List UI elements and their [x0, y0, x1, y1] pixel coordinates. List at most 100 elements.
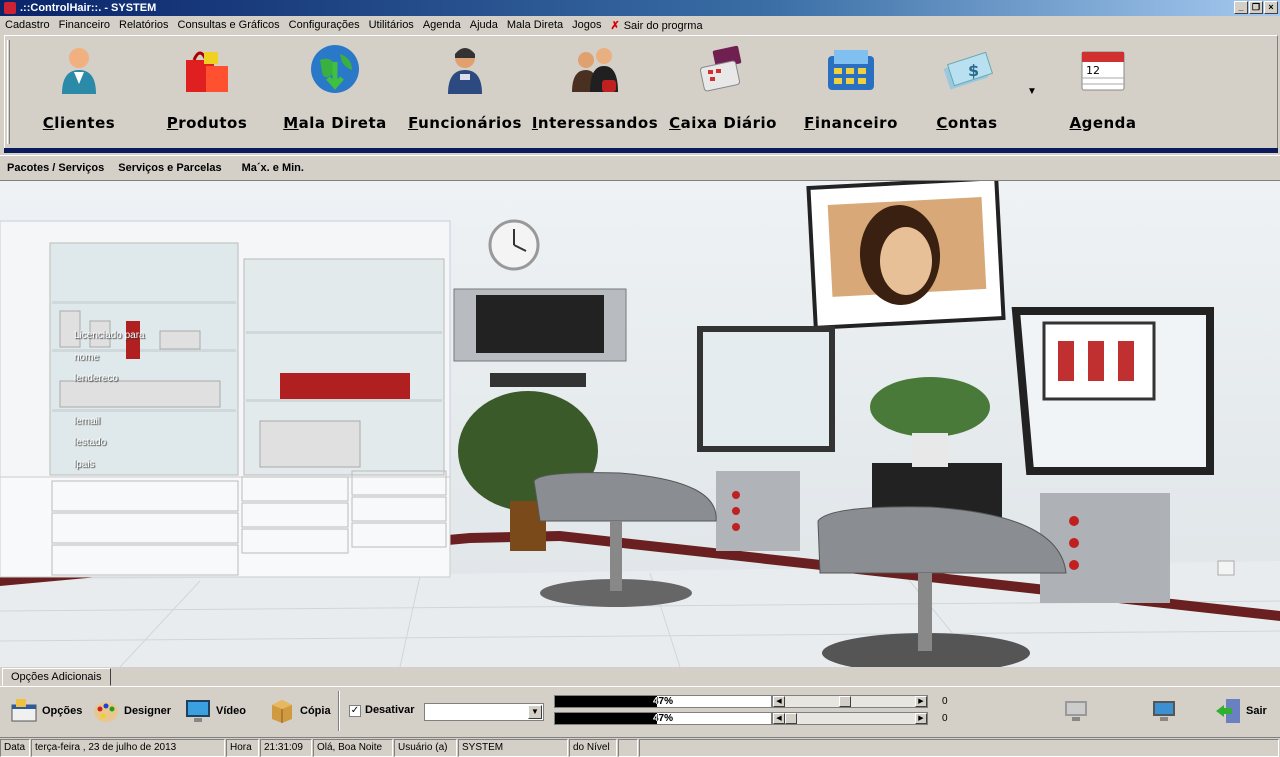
status-extra	[618, 739, 638, 757]
window-title: .::ControlHair::. - SYSTEM	[20, 2, 157, 14]
progress-bar-2: 47%	[554, 712, 772, 725]
palette-icon	[92, 697, 120, 725]
subbar-servicos-parcelas[interactable]: Serviços e Parcelas	[118, 162, 221, 174]
toolbar-financeiro[interactable]: Financeiro	[787, 42, 915, 138]
scroll-left-icon[interactable]: ◀	[773, 696, 785, 707]
tab-opcoes-adicionais[interactable]: Opções Adicionais	[2, 668, 111, 686]
scrollbar-2[interactable]: ◀ ▶	[772, 712, 928, 725]
toolbar-interessandos[interactable]: Interessandos	[531, 42, 659, 138]
status-greeting: Olá, Boa Noite	[313, 739, 393, 757]
toolbar-dropdown-arrow[interactable]: ▼	[1027, 86, 1037, 97]
menu-ajuda[interactable]: Ajuda	[467, 19, 504, 31]
menu-mala-direta[interactable]: Mala Direta	[504, 19, 569, 31]
opcoes-button[interactable]: Opções	[10, 693, 82, 729]
shopping-bags-icon	[180, 42, 234, 96]
options-separator	[338, 691, 340, 731]
status-date: terça-feira , 23 de julho de 2013	[31, 739, 225, 757]
toolbar-grip[interactable]	[7, 40, 10, 144]
toolbar-mala-direta-label: Mala Direta	[283, 114, 387, 132]
menu-jogos[interactable]: Jogos	[569, 19, 607, 31]
scrollbar-1-thumb[interactable]	[839, 696, 852, 707]
license-for-label: Licenciado para	[74, 330, 145, 341]
toolbar-funcionarios-label: Funcionários	[408, 114, 522, 132]
menu-relatorios[interactable]: Relatórios	[116, 19, 175, 31]
toolbar-clientes[interactable]: Clientes	[15, 42, 143, 138]
menu-cadastro[interactable]: Cadastro	[2, 19, 56, 31]
status-bar: Data terça-feira , 23 de julho de 2013 H…	[0, 737, 1280, 757]
calendar-icon: 12	[1076, 42, 1130, 96]
menu-exit[interactable]: ✗ Sair do progrma	[608, 19, 709, 32]
progress-bar-1: 47%	[554, 695, 772, 708]
chevron-down-icon[interactable]: ▼	[528, 705, 542, 719]
toolbar-agenda-label: Agenda	[1069, 114, 1137, 132]
toolbar-clientes-label: Clientes	[42, 114, 116, 132]
scrollbar-1-value: 0	[942, 696, 948, 707]
screen-button-1[interactable]	[1062, 693, 1090, 729]
money-icon: $	[940, 42, 994, 96]
box-icon	[268, 697, 296, 725]
options-combo[interactable]: ▼	[424, 703, 544, 721]
license-state: lestado	[74, 437, 107, 448]
toolbar-mala-direta[interactable]: Mala Direta	[271, 42, 399, 138]
toolbar-caixa-diario-label: Caixa Diário	[669, 114, 777, 132]
calculator-icon	[824, 42, 878, 96]
copia-button[interactable]: Cópia	[268, 693, 331, 729]
screen-button-2[interactable]	[1150, 693, 1178, 729]
monitor-icon	[1062, 697, 1090, 725]
monitor-icon	[1150, 697, 1178, 725]
status-date-label: Data	[0, 739, 30, 757]
menu-utilitarios[interactable]: Utilitários	[366, 19, 420, 31]
toolbar-divider	[4, 148, 1278, 153]
options-bar: Opções Designer Vídeo Cópia ✓ Desativar …	[0, 686, 1280, 734]
close-button[interactable]: ×	[1264, 1, 1278, 14]
menu-configuracoes[interactable]: Configurações	[286, 19, 366, 31]
status-user-label: Usuário (a)	[394, 739, 457, 757]
status-level: do Nível	[569, 739, 617, 757]
toolbar-produtos[interactable]: Produtos	[143, 42, 271, 138]
toolbar-produtos-label: Produtos	[166, 114, 248, 132]
toolbar-contas[interactable]: $ Contas	[903, 42, 1031, 138]
sair-button[interactable]: Sair	[1214, 693, 1267, 729]
minimize-button[interactable]: _	[1234, 1, 1248, 14]
scroll-left-icon[interactable]: ◀	[773, 713, 785, 724]
progress-bar-1-label: 47%	[652, 696, 673, 707]
scrollbar-2-thumb[interactable]	[785, 713, 797, 724]
scroll-right-icon[interactable]: ▶	[915, 696, 927, 707]
desativar-checkbox[interactable]: ✓	[349, 705, 361, 717]
exit-door-icon	[1214, 697, 1242, 725]
sub-toolbar: Pacotes / Serviços Serviços e Parcelas M…	[0, 155, 1280, 181]
subbar-max-min[interactable]: Ma´x. e Min.	[242, 162, 304, 174]
scroll-right-icon[interactable]: ▶	[915, 713, 927, 724]
status-fill	[639, 739, 1279, 757]
employee-icon	[438, 42, 492, 96]
video-button[interactable]: Vídeo	[184, 693, 246, 729]
license-country: lpais	[74, 458, 95, 470]
options-icon	[10, 697, 38, 725]
license-email: lemail	[74, 415, 101, 427]
salon-background-image: Licenciado para nome lendereco lemail le…	[0, 181, 1280, 667]
menu-agenda[interactable]: Agenda	[420, 19, 467, 31]
menu-bar: Cadastro Financeiro Relatórios Consultas…	[0, 16, 1280, 34]
toolbar-contas-label: Contas	[936, 114, 998, 132]
title-bar: .::ControlHair::. - SYSTEM _ ❐ ×	[0, 0, 1280, 16]
restore-button[interactable]: ❐	[1249, 1, 1263, 14]
menu-financeiro[interactable]: Financeiro	[56, 19, 116, 31]
app-icon	[4, 2, 16, 14]
toolbar-caixa-diario[interactable]: Caixa Diário	[659, 42, 787, 138]
people-group-icon	[568, 42, 622, 96]
globe-icon	[308, 42, 362, 96]
scrollbar-1[interactable]: ◀ ▶	[772, 695, 928, 708]
license-name: nome	[74, 351, 100, 363]
options-tabstrip: Opções Adicionais	[0, 668, 1280, 686]
toolbar-interessandos-label: Interessandos	[531, 114, 659, 132]
status-time: 21:31:09	[260, 739, 312, 757]
salon-illustration	[0, 181, 1280, 667]
svg-text:12: 12	[1086, 64, 1100, 77]
license-info: Licenciado para nome lendereco lemail le…	[74, 325, 145, 475]
menu-consultas[interactable]: Consultas e Gráficos	[175, 19, 286, 31]
subbar-pacotes-servicos[interactable]: Pacotes / Serviços	[7, 162, 104, 174]
toolbar-agenda[interactable]: 12 Agenda	[1039, 42, 1167, 138]
toolbar-funcionarios[interactable]: Funcionários	[401, 42, 529, 138]
monitor-icon	[184, 697, 212, 725]
designer-button[interactable]: Designer	[92, 693, 171, 729]
